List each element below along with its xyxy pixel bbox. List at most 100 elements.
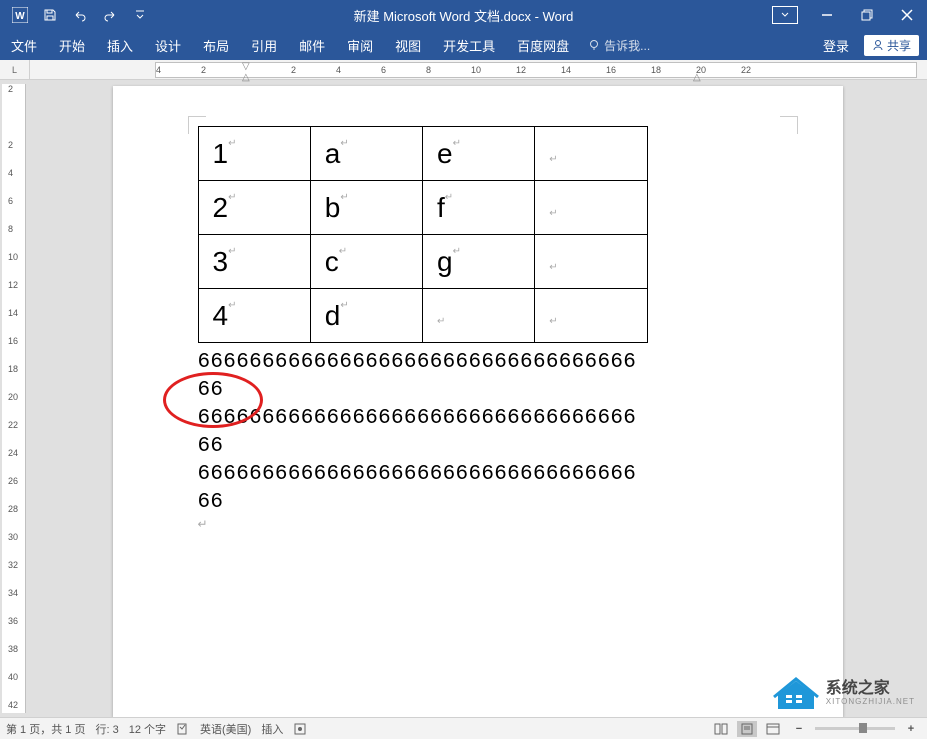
paragraph-text[interactable]: 6666666666666666666666666666666666666666… — [198, 349, 648, 517]
cell-mark: ↵ — [445, 192, 453, 203]
vertical-ruler[interactable]: 224681012141618202224262830323436384042 — [2, 84, 26, 713]
ribbon-display-options[interactable] — [767, 0, 807, 30]
table-row[interactable]: 4↵d↵↵↵ — [198, 289, 647, 343]
tab-home[interactable]: 开始 — [48, 30, 96, 60]
save-button[interactable] — [38, 3, 62, 27]
undo-button[interactable] — [68, 3, 92, 27]
table-cell[interactable]: c↵ — [310, 235, 422, 289]
cell-mark: ↵ — [228, 138, 236, 149]
macro-icon — [293, 722, 307, 736]
v-ruler-tick: 8 — [8, 224, 13, 234]
title-bar: W 新建 Microsoft Word 文档.docx - Word — [0, 0, 927, 30]
table-cell[interactable]: ↵ — [535, 127, 647, 181]
table-cell[interactable]: f↵ — [423, 181, 535, 235]
v-ruler-tick: 14 — [8, 308, 18, 318]
text-line[interactable]: 666666666666666666666666666666666666 — [198, 461, 648, 517]
table-cell[interactable]: b↵ — [310, 181, 422, 235]
table-row[interactable]: 3↵c↵g↵↵ — [198, 235, 647, 289]
table-cell[interactable]: 1↵ — [198, 127, 310, 181]
table-cell[interactable]: ↵ — [535, 235, 647, 289]
table-cell[interactable]: ↵ — [535, 289, 647, 343]
v-ruler-tick: 28 — [8, 504, 18, 514]
tab-insert[interactable]: 插入 — [96, 30, 144, 60]
tab-view[interactable]: 视图 — [384, 30, 432, 60]
tab-design[interactable]: 设计 — [144, 30, 192, 60]
cell-text: 1 — [213, 138, 229, 169]
cell-mark: ↵ — [340, 300, 348, 311]
zoom-in-button[interactable]: + — [901, 721, 921, 737]
view-read-mode[interactable] — [711, 721, 731, 737]
status-spellcheck[interactable] — [176, 722, 190, 736]
zoom-out-button[interactable]: − — [789, 721, 809, 737]
share-button[interactable]: 共享 — [864, 35, 919, 56]
cell-text: a — [325, 138, 341, 169]
table-cell[interactable]: g↵ — [423, 235, 535, 289]
text-line[interactable]: 666666666666666666666666666666666666 — [198, 349, 648, 405]
cell-mark: ↵ — [453, 138, 461, 149]
tab-mailings[interactable]: 邮件 — [288, 30, 336, 60]
tell-me-label: 告诉我... — [604, 37, 650, 54]
document-page[interactable]: 1↵a↵e↵↵2↵b↵f↵↵3↵c↵g↵↵4↵d↵↵↵ 666666666666… — [113, 86, 843, 717]
table-cell[interactable]: d↵ — [310, 289, 422, 343]
zoom-slider[interactable] — [815, 727, 895, 730]
word-app-icon[interactable]: W — [8, 3, 32, 27]
login-button[interactable]: 登录 — [812, 30, 860, 60]
status-wordcount[interactable]: 12 个字 — [129, 721, 166, 737]
cell-text: d — [325, 300, 341, 331]
status-macro[interactable] — [293, 722, 307, 736]
cell-mark: ↵ — [549, 208, 557, 219]
view-web-layout[interactable] — [763, 721, 783, 737]
document-table[interactable]: 1↵a↵e↵↵2↵b↵f↵↵3↵c↵g↵↵4↵d↵↵↵ — [198, 126, 648, 343]
tab-layout[interactable]: 布局 — [192, 30, 240, 60]
table-cell[interactable]: 4↵ — [198, 289, 310, 343]
tab-review[interactable]: 审阅 — [336, 30, 384, 60]
spellcheck-icon — [176, 722, 190, 736]
table-cell[interactable]: ↵ — [535, 181, 647, 235]
text-line[interactable]: 666666666666666666666666666666666666 — [198, 405, 648, 461]
h-ruler-tick: 2 — [201, 65, 206, 75]
restore-button[interactable] — [847, 0, 887, 30]
quick-access-toolbar: W — [0, 3, 152, 27]
watermark-sub: XITONGZHIJIA.NET — [826, 697, 915, 706]
v-ruler-tick: 6 — [8, 196, 13, 206]
status-language[interactable]: 英语(美国) — [200, 721, 251, 737]
status-line[interactable]: 行: 3 — [95, 721, 118, 737]
table-row[interactable]: 2↵b↵f↵↵ — [198, 181, 647, 235]
tab-baidu-netdisk[interactable]: 百度网盘 — [506, 30, 580, 60]
v-ruler-tick: 26 — [8, 476, 18, 486]
document-scroll-area[interactable]: 1↵a↵e↵↵2↵b↵f↵↵3↵c↵g↵↵4↵d↵↵↵ 666666666666… — [28, 80, 927, 717]
watermark-brand: 系统之家 — [826, 681, 915, 697]
tab-references[interactable]: 引用 — [240, 30, 288, 60]
close-button[interactable] — [887, 0, 927, 30]
cell-text: f — [437, 192, 445, 223]
status-insert-mode[interactable]: 插入 — [261, 721, 283, 737]
tab-developer[interactable]: 开发工具 — [432, 30, 506, 60]
tab-selector[interactable]: L — [0, 60, 30, 80]
zoom-thumb[interactable] — [859, 723, 867, 733]
v-ruler-tick: 22 — [8, 420, 18, 430]
table-cell[interactable]: a↵ — [310, 127, 422, 181]
tell-me-search[interactable]: 告诉我... — [588, 37, 650, 54]
redo-button[interactable] — [98, 3, 122, 27]
v-ruler-tick: 2 — [8, 140, 13, 150]
indent-marker-first[interactable]: ▽ — [242, 61, 250, 72]
indent-marker-hanging[interactable]: △ — [242, 72, 250, 83]
cell-text: g — [437, 246, 453, 277]
minimize-icon — [821, 9, 833, 21]
redo-icon — [103, 8, 117, 22]
horizontal-ruler[interactable]: ▽ △ △ 42246810121416182022 — [155, 62, 917, 78]
table-cell[interactable]: 3↵ — [198, 235, 310, 289]
table-cell[interactable]: 2↵ — [198, 181, 310, 235]
table-cell[interactable]: e↵ — [423, 127, 535, 181]
customize-qat-button[interactable] — [128, 3, 152, 27]
status-page[interactable]: 第 1 页，共 1 页 — [6, 721, 85, 737]
tab-file[interactable]: 文件 — [0, 30, 48, 60]
table-cell[interactable]: ↵ — [423, 289, 535, 343]
table-row[interactable]: 1↵a↵e↵↵ — [198, 127, 647, 181]
house-logo-icon — [772, 675, 820, 711]
v-ruler-tick: 12 — [8, 280, 18, 290]
minimize-button[interactable] — [807, 0, 847, 30]
print-layout-icon — [740, 723, 754, 735]
view-print-layout[interactable] — [737, 721, 757, 737]
cell-mark: ↵ — [228, 246, 236, 257]
